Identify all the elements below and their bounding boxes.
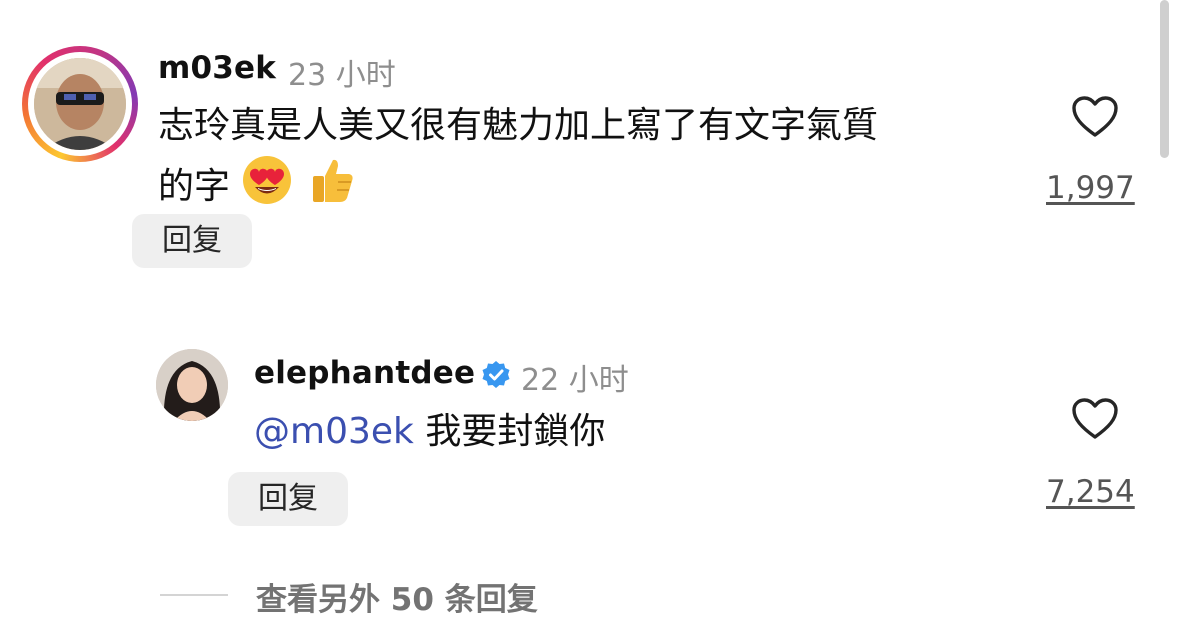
replies-divider: [160, 594, 228, 596]
reply-text: @m03ek 我要封鎖你: [254, 404, 605, 460]
comment-text-line-2: 的字: [158, 154, 1018, 215]
mention-link[interactable]: @m03ek: [254, 411, 414, 452]
heart-outline-icon[interactable]: [1071, 397, 1119, 441]
view-more-replies-button[interactable]: 查看另外 50 条回复: [256, 574, 538, 619]
reply-timestamp: 22 小时: [521, 363, 629, 398]
comment-text-line-1: 志玲真是人美又很有魅力加上寫了有文字氣質: [158, 105, 879, 146]
reply-text-body: 我要封鎖你: [425, 411, 606, 452]
reply-button[interactable]: 回复: [228, 472, 348, 526]
avatar-photo: [34, 58, 126, 150]
heart-eyes-emoji: [243, 156, 292, 204]
reply-username[interactable]: elephantdee: [254, 355, 475, 391]
avatar-m03ek[interactable]: [34, 58, 126, 150]
like-count[interactable]: 7,254: [1046, 474, 1135, 510]
avatar-elephantdee[interactable]: [156, 349, 228, 421]
thumbs-up-emoji: [312, 159, 353, 202]
like-count[interactable]: 1,997: [1046, 170, 1135, 206]
avatar-photo: [156, 349, 228, 421]
scrollbar[interactable]: [1160, 0, 1169, 158]
heart-outline-icon[interactable]: [1071, 95, 1119, 139]
comment-text: 志玲真是人美又很有魅力加上寫了有文字氣質 的字: [158, 98, 1018, 215]
comment-text-line-2-text: 的字: [158, 166, 231, 207]
verified-badge-icon: [482, 361, 510, 388]
comment-timestamp: 23 小时: [288, 58, 396, 93]
reply-button[interactable]: 回复: [132, 214, 252, 268]
comment-username[interactable]: m03ek: [158, 50, 276, 86]
